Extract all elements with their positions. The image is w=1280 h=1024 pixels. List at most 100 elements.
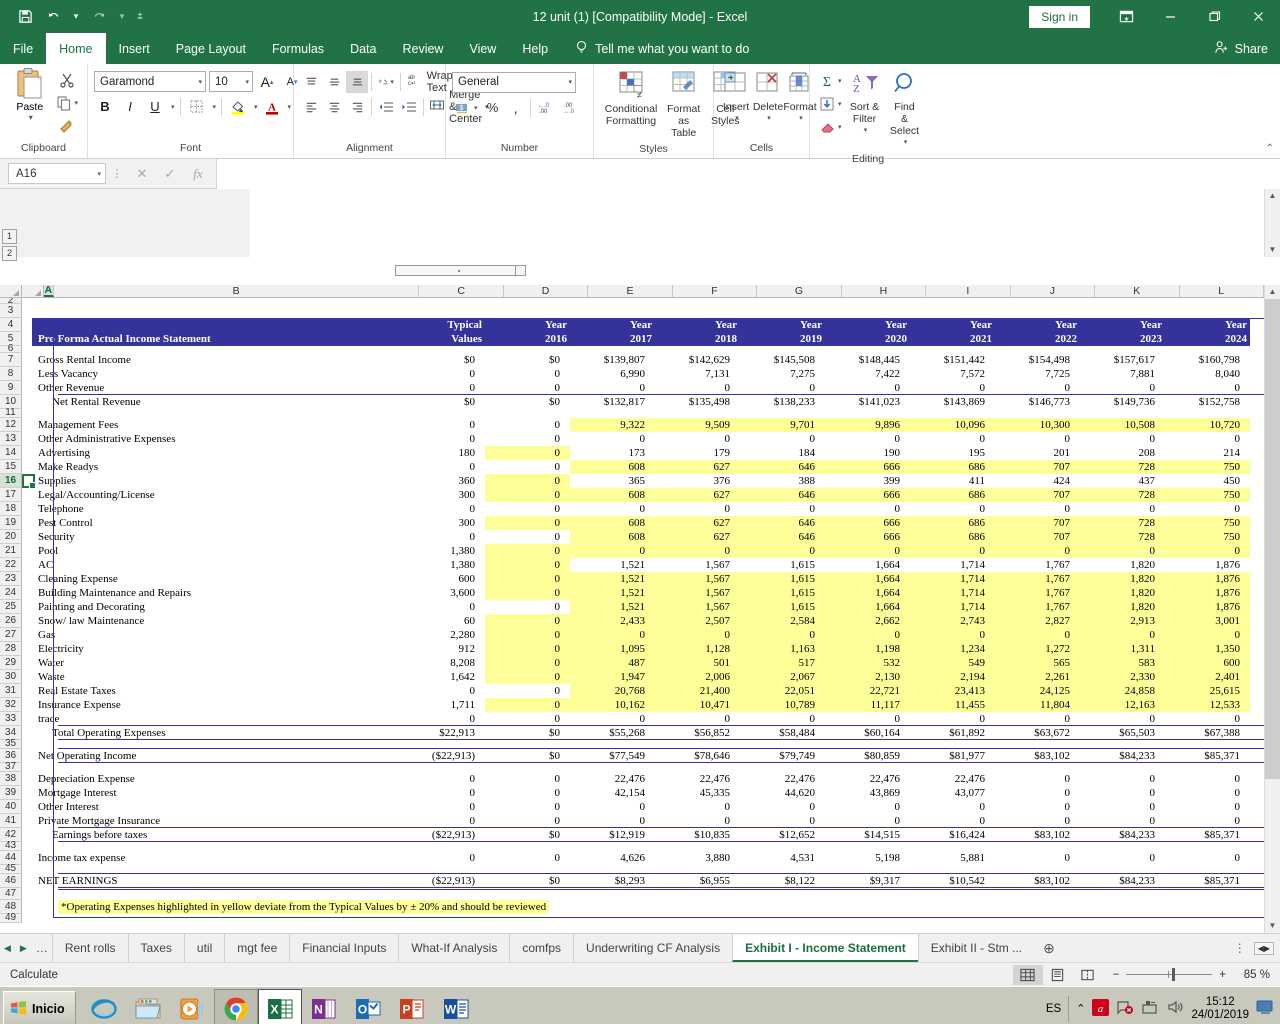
data-cell[interactable]: 1,567	[655, 572, 740, 586]
column-year-header[interactable]: Year	[655, 318, 740, 332]
data-cell[interactable]: 300	[400, 488, 485, 502]
ribbon-display-options-icon[interactable]	[1104, 0, 1148, 33]
data-cell[interactable]: 646	[740, 460, 825, 474]
data-cell[interactable]: 0	[485, 367, 570, 381]
data-cell[interactable]: 0	[485, 488, 570, 502]
italic-button[interactable]: I	[119, 96, 141, 118]
data-cell[interactable]: 0	[570, 814, 655, 828]
cut-button[interactable]	[53, 69, 81, 91]
data-cell[interactable]: $9,317	[825, 874, 910, 888]
column-year-header[interactable]: 2018	[655, 332, 740, 346]
zoom-level[interactable]: 85 %	[1236, 969, 1270, 981]
row-label[interactable]: Net Operating Income	[32, 749, 400, 763]
column-year-header[interactable]: Year	[1165, 318, 1250, 332]
data-cell[interactable]: 487	[570, 656, 655, 670]
select-all-corner[interactable]	[22, 285, 44, 298]
data-cell[interactable]: $157,617	[1080, 353, 1165, 367]
data-cell[interactable]: 9,322	[570, 418, 655, 432]
table-row[interactable]: Painting and Decorating 0 0 1,521 1,567 1,615…	[22, 600, 1264, 614]
column-header-d[interactable]: D	[503, 285, 589, 297]
data-cell[interactable]: 5,881	[910, 851, 995, 865]
tab-insert[interactable]: Insert	[106, 33, 163, 64]
row-label[interactable]: Private Mortgage Insurance	[32, 814, 400, 828]
paste-dropdown-icon[interactable]: ▾	[29, 113, 33, 122]
data-cell[interactable]: 0	[825, 628, 910, 642]
data-cell[interactable]: $65,503	[1080, 726, 1165, 740]
formula-bar-scrollbar[interactable]: ▲ ▼	[1264, 189, 1280, 257]
data-cell[interactable]: 0	[400, 814, 485, 828]
data-cell[interactable]: 411	[910, 474, 995, 488]
data-cell[interactable]: $61,892	[910, 726, 995, 740]
row-label[interactable]: Other Interest	[32, 800, 400, 814]
data-cell[interactable]: 10,162	[570, 698, 655, 712]
column-year-header[interactable]: 2023	[1080, 332, 1165, 346]
data-cell[interactable]: 3,880	[655, 851, 740, 865]
data-cell[interactable]: 608	[570, 488, 655, 502]
row-label[interactable]	[32, 842, 400, 851]
table-row[interactable]: Other Interest 0 0 0 0 0 0 0 0 0 0	[22, 800, 1264, 814]
row-label[interactable]: Other Revenue	[32, 381, 400, 395]
data-cell[interactable]	[825, 763, 910, 772]
table-row[interactable]: Net Operating Income ($22,913) $0 $77,549 $7…	[22, 749, 1264, 763]
data-cell[interactable]: 0	[570, 800, 655, 814]
data-cell[interactable]: 646	[740, 530, 825, 544]
data-cell[interactable]: 0	[995, 772, 1080, 786]
data-cell[interactable]	[570, 409, 655, 418]
data-cell[interactable]: 0	[400, 786, 485, 800]
data-cell[interactable]: $22,913	[400, 726, 485, 740]
format-painter-button[interactable]	[53, 115, 81, 137]
table-row[interactable]: Other Administrative Expenses 0 0 0 0 0 0 0 0 0 0	[22, 432, 1264, 446]
data-cell[interactable]: 1,128	[655, 642, 740, 656]
row-label[interactable]: Depreciation Expense	[32, 772, 400, 786]
data-cell[interactable]: 0	[995, 502, 1080, 516]
column-header-g[interactable]: G	[757, 285, 842, 297]
data-cell[interactable]	[910, 842, 995, 851]
data-cell[interactable]: 8,208	[400, 656, 485, 670]
data-cell[interactable]: 214	[1165, 446, 1250, 460]
column-year-header[interactable]: Values	[400, 332, 485, 346]
data-cell[interactable]: 0	[485, 628, 570, 642]
data-cell[interactable]: 0	[485, 446, 570, 460]
data-cell[interactable]: 0	[485, 786, 570, 800]
data-cell[interactable]: 0	[400, 367, 485, 381]
data-cell[interactable]: 399	[825, 474, 910, 488]
row-header-15[interactable]: 15	[0, 460, 22, 474]
borders-dropdown-icon[interactable]: ▾	[213, 103, 217, 111]
data-cell[interactable]: 0	[570, 502, 655, 516]
data-cell[interactable]: 43,077	[910, 786, 995, 800]
cancel-x-icon[interactable]: ✕	[128, 166, 156, 182]
data-cell[interactable]: 1,876	[1165, 572, 1250, 586]
data-cell[interactable]: $141,023	[825, 395, 910, 409]
row-header-6[interactable]: 6	[0, 344, 22, 354]
autosum-dropdown-icon[interactable]: ▾	[838, 77, 842, 85]
data-cell[interactable]: 0	[740, 432, 825, 446]
row-header-19[interactable]: 19	[0, 516, 22, 530]
table-row[interactable]: Depreciation Expense 0 0 22,476 22,476 22,476…	[22, 772, 1264, 786]
data-cell[interactable]: 44,620	[740, 786, 825, 800]
data-cell[interactable]	[740, 409, 825, 418]
google-chrome-icon[interactable]	[213, 988, 258, 1024]
tab-formulas[interactable]: Formulas	[259, 33, 337, 64]
data-cell[interactable]: 10,720	[1165, 418, 1250, 432]
data-cell[interactable]	[740, 842, 825, 851]
data-cell[interactable]: 1,820	[1080, 586, 1165, 600]
data-cell[interactable]: 9,509	[655, 418, 740, 432]
table-row[interactable]: Other Revenue 0 0 0 0 0 0 0 0 0 0	[22, 381, 1264, 395]
find-select-dropdown-icon[interactable]: ▾	[904, 137, 908, 149]
data-cell[interactable]: 9,701	[740, 418, 825, 432]
data-cell[interactable]: 7,131	[655, 367, 740, 381]
row-label[interactable]: Legal/Accounting/License	[32, 488, 400, 502]
customize-quick-access-toolbar-icon[interactable]: ⩲	[132, 5, 148, 29]
row-label[interactable]: Snow/ law Maintenance	[32, 614, 400, 628]
row-header-12[interactable]: 12	[0, 418, 22, 432]
data-cell[interactable]: 0	[1165, 712, 1250, 726]
data-cell[interactable]: 0	[655, 800, 740, 814]
table-row[interactable]: Security 0 0 608 627 646 666 686 707 728 750	[22, 530, 1264, 544]
data-cell[interactable]	[655, 409, 740, 418]
column-year-header[interactable]: 2022	[995, 332, 1080, 346]
data-cell[interactable]: $0	[485, 749, 570, 763]
decrease-indent-icon[interactable]	[375, 96, 397, 118]
row-header-14[interactable]: 14	[0, 446, 22, 460]
sheet-tab-rent-rolls[interactable]: Rent rolls	[51, 934, 129, 962]
data-cell[interactable]: 2,743	[910, 614, 995, 628]
